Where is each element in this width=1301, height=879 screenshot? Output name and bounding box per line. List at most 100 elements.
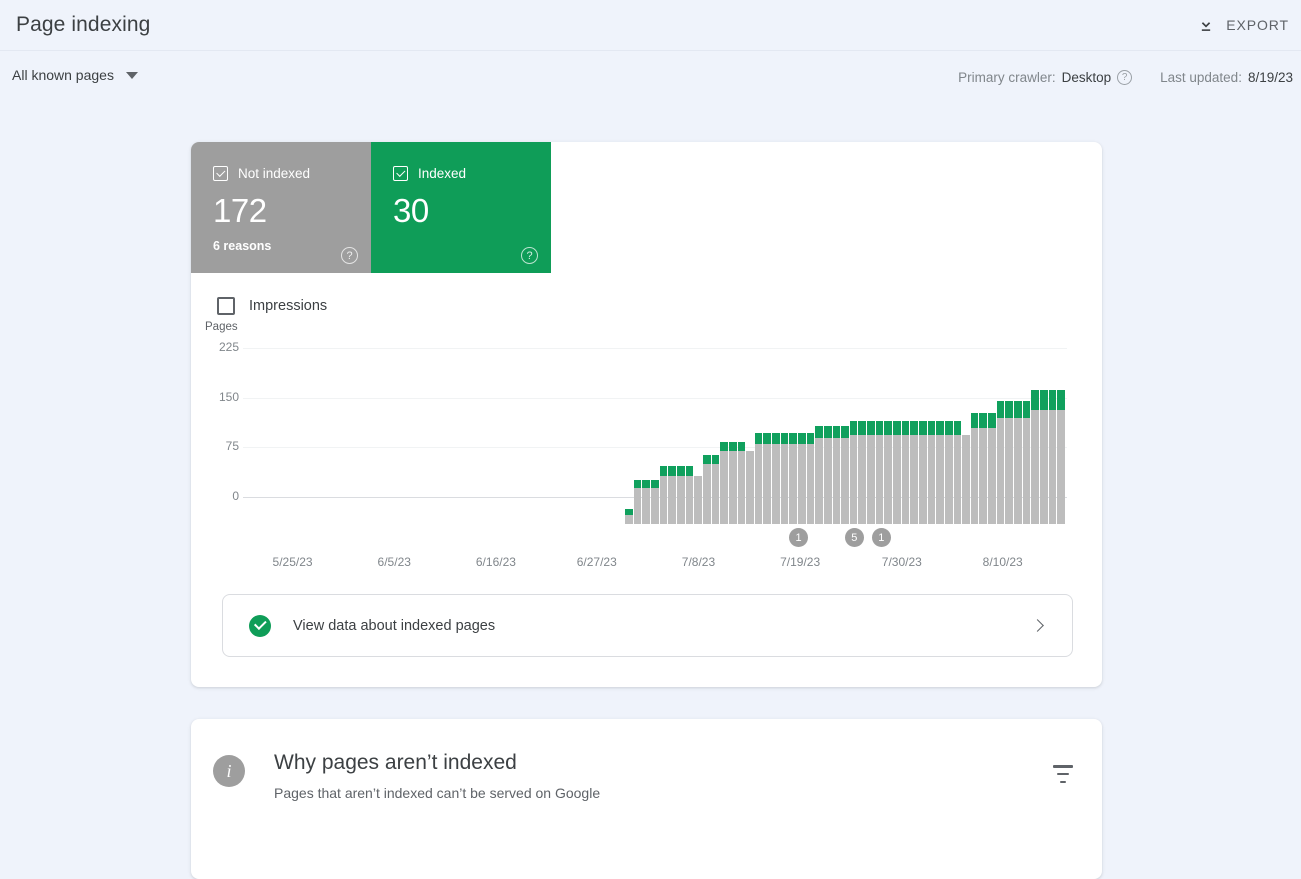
- check-circle-icon: [249, 614, 271, 637]
- chart-bar[interactable]: [936, 421, 944, 524]
- chart-bar[interactable]: [1005, 400, 1014, 524]
- chart-bar[interactable]: [918, 421, 927, 524]
- chart-bar[interactable]: [849, 421, 858, 524]
- chart-bar[interactable]: [1048, 390, 1057, 524]
- chart-bar[interactable]: [720, 441, 728, 524]
- bar-segment-not-indexed: [901, 434, 910, 524]
- bar-segment-indexed: [910, 421, 918, 435]
- chart-bar[interactable]: [685, 466, 694, 524]
- bar-segment-not-indexed: [798, 443, 806, 524]
- chart-bar[interactable]: [754, 433, 763, 524]
- chart-bar[interactable]: [901, 421, 910, 524]
- annotation-badge[interactable]: 1: [871, 528, 891, 547]
- chart-bar[interactable]: [867, 421, 875, 524]
- chart-bar[interactable]: [893, 421, 901, 524]
- bar-segment-indexed: [979, 413, 988, 428]
- chart-bar[interactable]: [737, 441, 746, 524]
- chart-bar[interactable]: [1014, 400, 1022, 524]
- help-icon[interactable]: ?: [341, 247, 358, 264]
- chart-bar[interactable]: [970, 413, 979, 524]
- chart-bar[interactable]: [858, 421, 867, 524]
- y-axis-tick: 225: [218, 340, 239, 354]
- bar-segment-indexed: [1014, 400, 1022, 419]
- bar-segment-indexed: [702, 455, 711, 465]
- chart-bar[interactable]: [651, 479, 659, 524]
- bar-segment-not-indexed: [1005, 418, 1014, 524]
- x-axis-tick: 6/27/23: [576, 555, 617, 569]
- scope-dropdown[interactable]: All known pages: [4, 63, 146, 87]
- view-indexed-data-row[interactable]: View data about indexed pages: [222, 594, 1073, 657]
- help-icon[interactable]: ?: [1117, 70, 1133, 85]
- chart-bar[interactable]: [806, 433, 815, 524]
- bar-segment-indexed: [1057, 390, 1065, 411]
- bar-segment-not-indexed: [832, 437, 841, 524]
- bar-segment-not-indexed: [1039, 410, 1048, 524]
- filter-icon[interactable]: [1052, 765, 1074, 783]
- bar-segment-indexed: [651, 479, 659, 488]
- checkbox-indexed[interactable]: [393, 166, 408, 181]
- bar-segment-not-indexed: [988, 427, 996, 524]
- chart-bar[interactable]: [668, 466, 677, 524]
- chart-bar[interactable]: [677, 466, 685, 524]
- bar-segment-indexed: [1005, 400, 1014, 419]
- chart-bar[interactable]: [659, 466, 668, 524]
- bar-segment-not-indexed: [979, 427, 988, 524]
- chart-bar[interactable]: [702, 455, 711, 524]
- export-button[interactable]: EXPORT: [1188, 9, 1297, 41]
- chart-bar[interactable]: [625, 509, 633, 524]
- checkbox-not-indexed[interactable]: [213, 166, 228, 181]
- bar-segment-indexed: [918, 421, 927, 435]
- impressions-toggle[interactable]: Impressions: [217, 297, 397, 315]
- bar-segment-not-indexed: [1048, 410, 1057, 524]
- chart-bar[interactable]: [1039, 390, 1048, 524]
- chart-bar[interactable]: [910, 421, 918, 524]
- chart-bar[interactable]: [633, 479, 642, 524]
- bar-segment-not-indexed: [1014, 418, 1022, 524]
- bar-segment-not-indexed: [918, 434, 927, 524]
- chart-bar[interactable]: [763, 433, 772, 524]
- chart-bar[interactable]: [815, 426, 823, 524]
- x-axis-tick: 7/19/23: [780, 555, 821, 569]
- bar-segment-not-indexed: [642, 487, 651, 524]
- chart-bar[interactable]: [728, 441, 737, 524]
- chart-bar[interactable]: [798, 433, 806, 524]
- chart-bar[interactable]: [1057, 390, 1065, 524]
- bar-segment-indexed: [988, 413, 996, 428]
- bar-segment-not-indexed: [893, 434, 901, 524]
- chart-bar[interactable]: [953, 421, 962, 524]
- chart-bar[interactable]: [789, 433, 797, 524]
- bar-segment-indexed: [893, 421, 901, 435]
- chevron-right-icon: [1031, 619, 1044, 632]
- help-icon[interactable]: ?: [521, 247, 538, 264]
- chart-bar[interactable]: [694, 475, 702, 524]
- bar-segment-not-indexed: [823, 437, 832, 524]
- chart-bar[interactable]: [780, 433, 789, 524]
- chart-bar[interactable]: [823, 426, 832, 524]
- bar-segment-indexed: [754, 433, 763, 444]
- chart-bar[interactable]: [711, 455, 720, 524]
- chart-bar[interactable]: [832, 426, 841, 524]
- chart-bar[interactable]: [944, 421, 953, 524]
- annotation-badge[interactable]: 5: [844, 528, 864, 547]
- annotation-badge[interactable]: 1: [789, 528, 808, 547]
- bar-segment-not-indexed: [694, 475, 702, 524]
- card-indexed[interactable]: Indexed 30 ?: [371, 142, 551, 273]
- bar-segment-indexed: [875, 421, 884, 435]
- chart-bar[interactable]: [979, 413, 988, 524]
- chart-bar[interactable]: [884, 421, 893, 524]
- card-not-indexed[interactable]: Not indexed 172 6 reasons ?: [191, 142, 371, 273]
- chart-bar[interactable]: [746, 451, 754, 524]
- chart-bar[interactable]: [772, 433, 780, 524]
- checkbox-impressions[interactable]: [217, 297, 235, 315]
- chart-bar[interactable]: [996, 400, 1005, 524]
- chart-bar[interactable]: [841, 426, 849, 524]
- chart-bar[interactable]: [642, 479, 651, 524]
- bar-segment-not-indexed: [815, 437, 823, 524]
- chart-bar[interactable]: [1022, 400, 1031, 524]
- chart-bar[interactable]: [927, 421, 936, 524]
- chart-bar[interactable]: [875, 421, 884, 524]
- chart-bar[interactable]: [1031, 390, 1039, 524]
- chart-bar[interactable]: [962, 434, 970, 524]
- bar-segment-not-indexed: [659, 475, 668, 524]
- chart-bar[interactable]: [988, 413, 996, 524]
